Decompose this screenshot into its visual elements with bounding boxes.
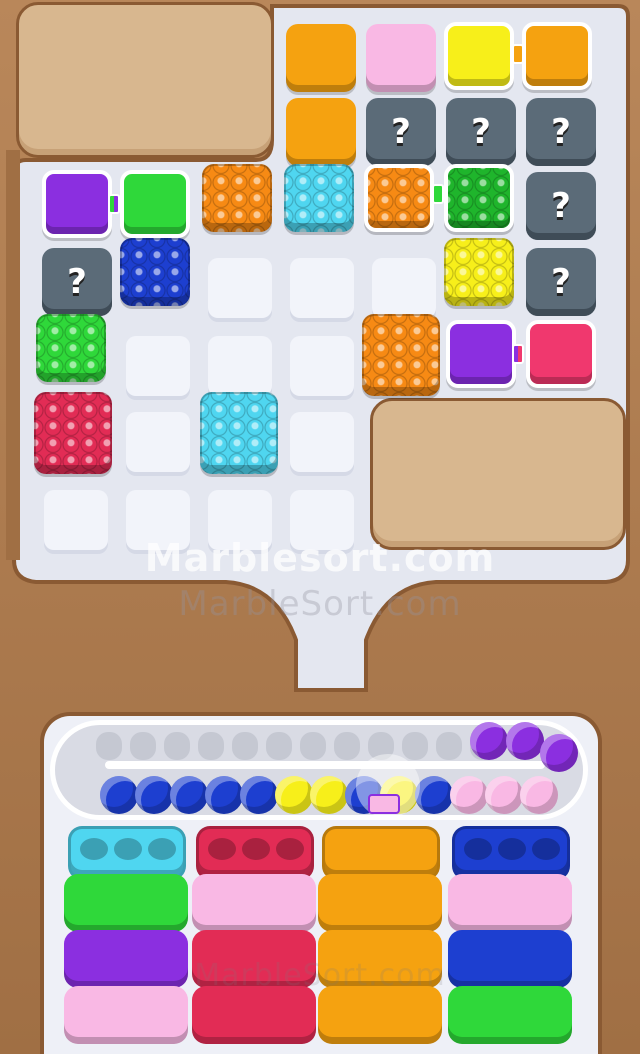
track-slot — [130, 732, 156, 760]
empty-cell — [208, 336, 272, 396]
column-hole — [242, 838, 270, 860]
column-hole — [80, 838, 108, 860]
link-connector — [432, 184, 444, 204]
mystery-block[interactable]: ? — [446, 98, 516, 166]
ball-blue — [205, 776, 243, 814]
column-hole — [532, 838, 560, 860]
mystery-block[interactable]: ? — [526, 172, 596, 240]
column-hole — [276, 838, 304, 860]
empty-cell — [208, 258, 272, 318]
column-hole — [498, 838, 526, 860]
ball-pink — [485, 776, 523, 814]
mystery-block[interactable]: ? — [366, 98, 436, 166]
column-box-pink — [192, 874, 316, 932]
ball-purple — [470, 722, 508, 760]
pink-red-block-linked[interactable] — [526, 320, 596, 388]
green-block-linked[interactable] — [120, 170, 190, 238]
ball-yellow — [275, 776, 313, 814]
column-hole — [114, 838, 142, 860]
ball-blue — [415, 776, 453, 814]
yellow-block-linked[interactable] — [444, 22, 514, 90]
link-connector — [108, 194, 120, 214]
question-mark: ? — [67, 262, 87, 302]
ball-blue — [100, 776, 138, 814]
purple-block-linked[interactable] — [446, 320, 516, 388]
link-piece-on-track — [368, 794, 400, 814]
question-mark: ? — [551, 112, 571, 152]
column-box-orange — [318, 986, 442, 1044]
mystery-block[interactable]: ? — [526, 98, 596, 166]
mystery-block[interactable]: ? — [526, 248, 596, 316]
green-marble-block-linked[interactable] — [444, 164, 514, 232]
track-slot — [402, 732, 428, 760]
empty-cell — [290, 412, 354, 472]
track-slot — [334, 732, 360, 760]
wood-corner-top-left — [16, 2, 274, 158]
cyan-marble-block[interactable] — [284, 164, 354, 232]
red-marble-block[interactable] — [34, 392, 112, 474]
empty-cell — [290, 258, 354, 318]
track-slot — [266, 732, 292, 760]
track-slot — [300, 732, 326, 760]
ball-pink — [520, 776, 558, 814]
orange-marble-block[interactable] — [202, 164, 272, 232]
watermark-primary: Marblesort.com — [144, 536, 496, 580]
watermark-secondary: MarbleSort.com — [178, 584, 462, 624]
ball-pink — [450, 776, 488, 814]
column-box-orange — [318, 874, 442, 932]
column-box-green — [448, 986, 572, 1044]
orange-marble-block-linked[interactable] — [364, 164, 434, 232]
track-slot — [436, 732, 462, 760]
wood-corner-bottom-right — [370, 398, 626, 550]
column-box-green — [64, 874, 188, 932]
question-mark: ? — [391, 112, 411, 152]
empty-cell — [290, 336, 354, 396]
pink-block[interactable] — [366, 24, 436, 92]
column-hole — [148, 838, 176, 860]
ball-blue — [135, 776, 173, 814]
ball-yellow — [310, 776, 348, 814]
green-marble-block[interactable] — [36, 314, 106, 382]
ball-blue — [170, 776, 208, 814]
orange-marble-block[interactable] — [362, 314, 440, 396]
track-slot — [198, 732, 224, 760]
empty-cell — [372, 258, 436, 318]
column-box-red — [192, 986, 316, 1044]
orange-block[interactable] — [286, 24, 356, 92]
ball-purple — [506, 722, 544, 760]
question-mark: ? — [551, 262, 571, 302]
empty-cell — [126, 412, 190, 472]
wood-left-rail — [6, 150, 20, 560]
mystery-block[interactable]: ? — [42, 248, 112, 316]
empty-cell — [126, 336, 190, 396]
column-hole — [208, 838, 236, 860]
watermark-tray: MarbleSort.com — [194, 958, 446, 993]
yellow-marble-block[interactable] — [444, 238, 514, 306]
column-hole — [464, 838, 492, 860]
column-box-pink — [64, 986, 188, 1044]
ball-blue — [240, 776, 278, 814]
track-inner-rail — [105, 761, 545, 769]
orange-block[interactable] — [286, 98, 356, 166]
column-box-pink — [448, 874, 572, 932]
blue-marble-block[interactable] — [120, 238, 190, 306]
ball-purple — [540, 734, 578, 772]
cyan-marble-block[interactable] — [200, 392, 278, 474]
track-slot — [164, 732, 190, 760]
track-slot — [232, 732, 258, 760]
purple-block-linked[interactable] — [42, 170, 112, 238]
question-mark: ? — [471, 112, 491, 152]
orange-block-linked[interactable] — [522, 22, 592, 90]
column-top-orange[interactable] — [322, 826, 440, 880]
question-mark: ? — [551, 186, 571, 226]
link-connector — [512, 344, 524, 364]
track-slot — [96, 732, 122, 760]
